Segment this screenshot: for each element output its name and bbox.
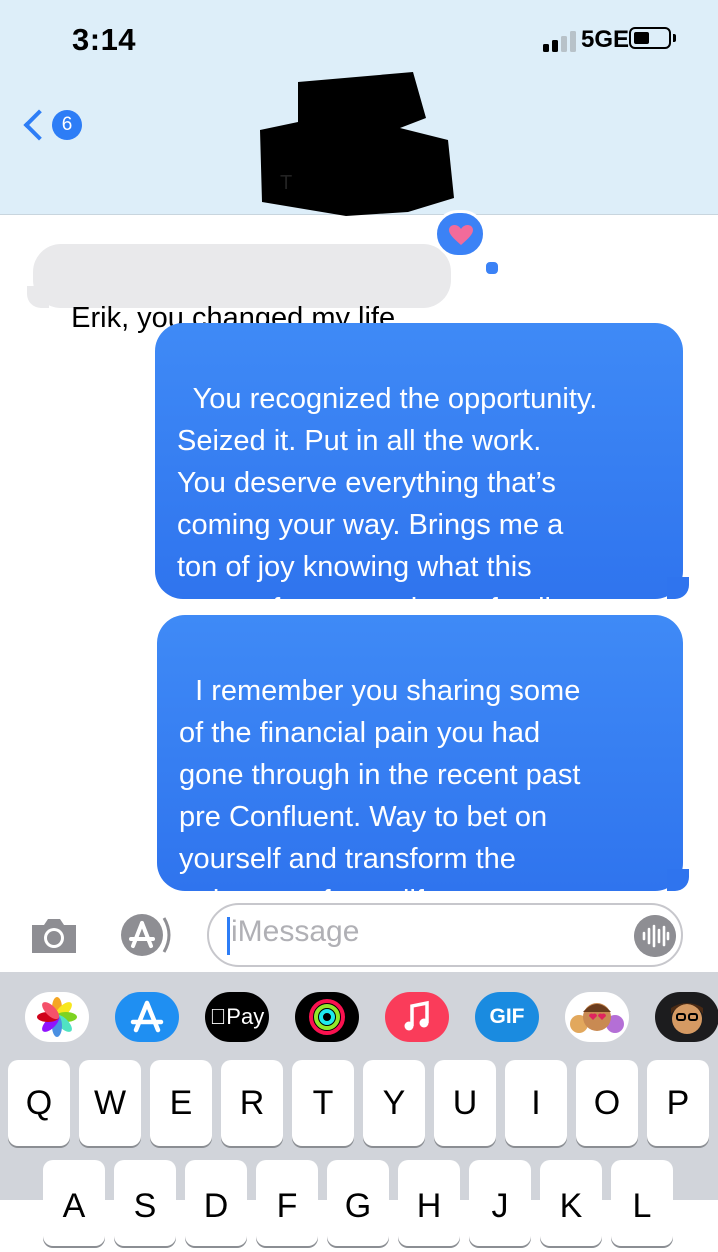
unread-count-badge: 6 [52, 110, 82, 140]
battery-tip [673, 34, 676, 42]
message-bubble-incoming[interactable]: Erik, you changed my life [27, 244, 451, 334]
app-store-icon[interactable] [116, 910, 176, 960]
key-q[interactable]: Q [8, 1060, 70, 1146]
contact-name[interactable]: T [280, 172, 292, 195]
key-f[interactable]: F [256, 1160, 318, 1246]
key-y[interactable]: Y [363, 1060, 425, 1146]
key-r[interactable]: R [221, 1060, 283, 1146]
audio-message-icon[interactable] [634, 915, 676, 957]
activity-app-icon[interactable] [295, 992, 359, 1042]
bubble-tail [667, 577, 689, 599]
key-d[interactable]: D [185, 1160, 247, 1246]
music-app-icon[interactable] [385, 992, 449, 1042]
key-k[interactable]: K [540, 1160, 602, 1246]
key-i[interactable]: I [505, 1060, 567, 1146]
status-time: 3:14 [72, 22, 137, 57]
apple-pay-app-icon[interactable]: Pay [205, 992, 269, 1042]
key-u[interactable]: U [434, 1060, 496, 1146]
apple-logo-icon:  [210, 1004, 227, 1029]
contact-avatar-redacted[interactable] [258, 70, 458, 218]
message-bubble-outgoing[interactable]: I remember you sharing some of the finan… [157, 615, 689, 917]
camera-icon[interactable] [28, 915, 80, 955]
key-t[interactable]: T [292, 1060, 354, 1146]
input-placeholder: iMessage [231, 915, 360, 948]
network-type: 5GE [581, 26, 630, 53]
bubble-tail [27, 286, 49, 308]
key-p[interactable]: P [647, 1060, 709, 1146]
key-e[interactable]: E [150, 1060, 212, 1146]
key-l[interactable]: L [611, 1160, 673, 1246]
gif-app-icon[interactable]: GIF [475, 992, 539, 1042]
message-text: You recognized the opportunity. Seized i… [177, 383, 598, 625]
chevron-left-icon [23, 109, 55, 141]
key-o[interactable]: O [576, 1060, 638, 1146]
apple-pay-label: Pay [218, 1004, 264, 1029]
battery-icon [629, 27, 671, 49]
message-text: I remember you sharing some of the finan… [179, 675, 581, 917]
key-a[interactable]: A [43, 1160, 105, 1246]
message-bubble-outgoing[interactable]: You recognized the opportunity. Seized i… [155, 323, 689, 625]
gif-label: GIF [489, 1005, 525, 1028]
app-store-app-icon[interactable] [115, 992, 179, 1042]
key-j[interactable]: J [469, 1160, 531, 1246]
photos-app-icon[interactable] [25, 992, 89, 1042]
key-w[interactable]: W [79, 1060, 141, 1146]
key-h[interactable]: H [398, 1160, 460, 1246]
tapback-reaction[interactable] [434, 210, 500, 276]
memoji-stickers-icon[interactable] [565, 992, 629, 1042]
key-s[interactable]: S [114, 1160, 176, 1246]
memoji-app-icon[interactable] [655, 992, 718, 1042]
key-g[interactable]: G [327, 1160, 389, 1246]
back-button[interactable]: 6 [23, 108, 88, 148]
heart-icon [449, 225, 473, 245]
cellular-signal-icon [543, 30, 577, 52]
text-cursor [227, 917, 230, 955]
bubble-tail [667, 869, 689, 891]
